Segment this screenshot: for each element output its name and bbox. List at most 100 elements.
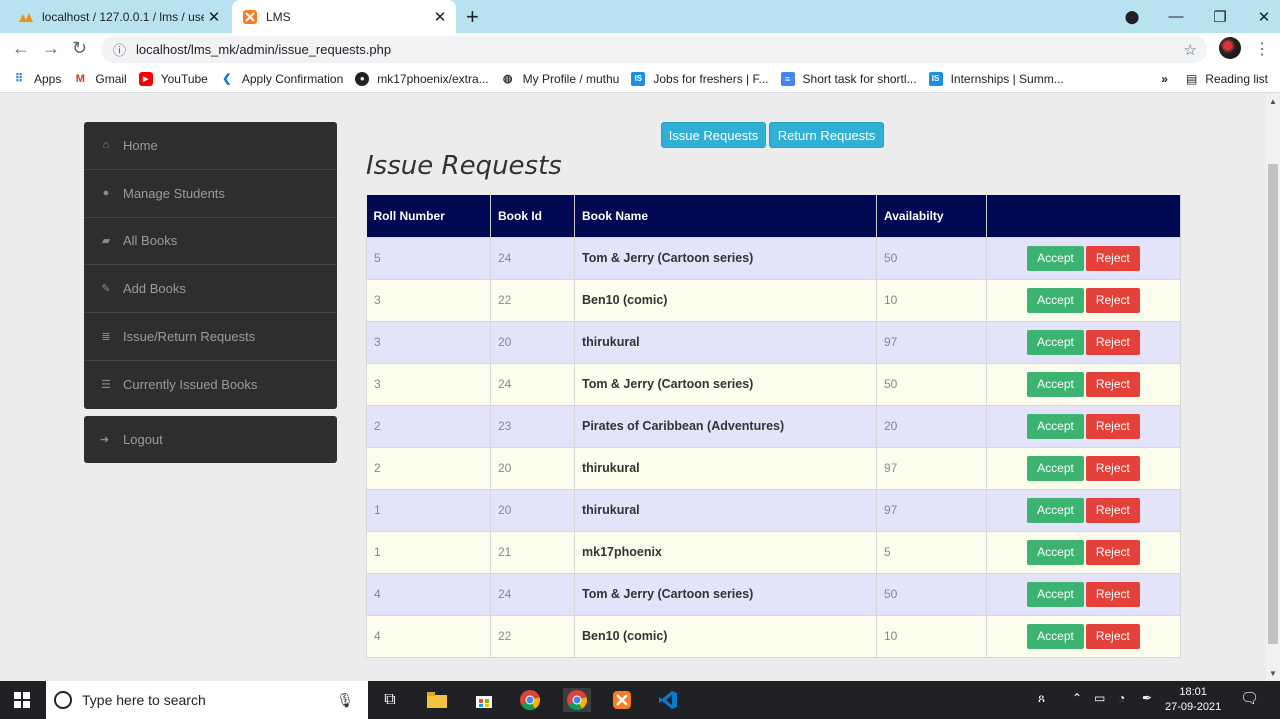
actions-cell: Accept Reject [986,320,1181,364]
scroll-down-icon[interactable]: ▼ [1269,669,1277,678]
sidebar-item-label: Manage Students [123,185,225,201]
pen-icon[interactable]: ✒ [1142,691,1152,705]
page-title: Issue Requests [366,151,562,181]
address-bar[interactable]: ⓘ localhost/lms_mk/admin/issue_requests.… [101,36,1207,63]
sidebar-item-home[interactable]: ⌂ Home [84,122,337,170]
bookmark-label: My Profile / muthu [522,71,620,86]
actions-cell: Accept Reject [986,278,1181,322]
bookmark-youtube[interactable]: ▶ YouTube [138,71,208,86]
issue-requests-table: Roll Number Book Id Book Name Availabilt… [366,195,1181,658]
bookmark-internships[interactable]: IS Internships | Summ... [928,71,1064,86]
table-row: 3 20 thirukural 97 Accept Reject [366,320,1181,364]
wifi-icon[interactable]: ◔ [1118,691,1125,705]
close-tab-icon[interactable]: ✕ [430,8,450,26]
notifications-icon[interactable]: 🗨 [1240,689,1259,707]
taskbar-clock[interactable]: 18:01 27-09-2021 [1165,685,1221,715]
reject-button[interactable]: Reject [1085,623,1140,649]
bookmark-gmail[interactable]: M Gmail [73,72,127,86]
bookmark-github[interactable]: ● mk17phoenix/extra... [355,71,489,86]
table-row: 3 24 Tom & Jerry (Cartoon series) 50 Accept R… [366,362,1181,406]
book-id-cell: 21 [490,530,575,574]
task-view-icon[interactable]: ⧉ [378,688,402,712]
reading-list-icon[interactable]: ▤ [1186,72,1197,86]
table-row: 2 20 thirukural 97 Accept Reject [366,446,1181,490]
issue-requests-button[interactable]: Issue Requests [661,122,766,148]
bookmarks-bar: ⠿ Apps M Gmail ▶ YouTube ❮ Apply Confirm… [0,65,1280,93]
reject-button[interactable]: Reject [1085,539,1140,565]
accept-button[interactable]: Accept [1027,497,1084,523]
reject-button[interactable]: Reject [1085,287,1140,313]
book-name-cell: Tom & Jerry (Cartoon series) [574,572,877,616]
logout-button[interactable]: ➜ Logout [84,416,337,463]
windows-start-icon[interactable] [10,688,34,712]
file-explorer-icon[interactable] [425,688,449,712]
bookmark-apps[interactable]: ⠿ Apps [12,72,61,86]
sidebar-item-issue-return[interactable]: ≣ Issue/Return Requests [84,313,337,361]
reject-button[interactable]: Reject [1085,455,1140,481]
clock-date: 27-09-2021 [1165,701,1222,713]
reject-button[interactable]: Reject [1085,371,1140,397]
reject-button[interactable]: Reject [1085,245,1140,271]
reload-icon[interactable]: ↻ [72,38,87,59]
accept-button[interactable]: Accept [1027,581,1084,607]
store-icon[interactable] [472,688,496,712]
browser-tab-lms[interactable]: LMS ✕ [232,0,456,33]
minimize-button[interactable]: — [1154,8,1198,25]
bookmark-jobs[interactable]: IS Jobs for freshers | F... [631,71,769,86]
accept-button[interactable]: Accept [1027,371,1084,397]
profile-avatar[interactable] [1219,37,1241,59]
close-window-button[interactable]: ✕ [1242,8,1280,26]
reading-list-label[interactable]: Reading list [1205,72,1268,86]
accept-button[interactable]: Accept [1027,623,1084,649]
bookmarks-overflow-icon[interactable]: » [1161,72,1168,86]
sidebar-item-all-books[interactable]: ▰ All Books [84,218,337,266]
accept-button[interactable]: Accept [1027,455,1084,481]
book-id-cell: 22 [490,278,575,322]
people-icon[interactable]: ጸ [1038,691,1045,706]
return-requests-button[interactable]: Return Requests [769,122,884,148]
bookmark-apply-confirmation[interactable]: ❮ Apply Confirmation [220,72,343,86]
sidebar-item-manage-students[interactable]: ● Manage Students [84,170,337,218]
profile-menu-icon[interactable]: ⬤ [1110,9,1154,25]
taskbar-search[interactable]: Type here to search 🎙 [46,681,368,719]
xampp-taskbar-icon[interactable] [610,688,634,712]
close-tab-icon[interactable]: ✕ [204,8,224,26]
chrome-icon[interactable] [518,688,542,712]
browser-tab-phpmyadmin[interactable]: localhost / 127.0.0.1 / lms / user ✕ [8,0,230,33]
accept-button[interactable]: Accept [1027,413,1084,439]
scrollbar-thumb[interactable] [1268,164,1278,644]
chrome-active-icon[interactable] [563,688,591,712]
book-id-cell: 24 [490,236,575,280]
new-tab-button[interactable]: + [466,4,479,30]
page-content: ⌂ Home ● Manage Students ▰ All Books ✎ A… [0,94,1266,681]
accept-button[interactable]: Accept [1027,539,1084,565]
reject-button[interactable]: Reject [1085,413,1140,439]
page-scrollbar[interactable]: ▲ ▼ [1266,94,1280,681]
vscode-icon[interactable] [656,688,680,712]
sidebar-item-label: Currently Issued Books [123,377,258,393]
back-arrow-icon[interactable]: ← [12,38,30,59]
forward-arrow-icon[interactable]: → [42,38,60,59]
sidebar-item-currently-issued[interactable]: ☰ Currently Issued Books [84,361,337,409]
battery-icon[interactable]: ▭ [1094,691,1105,705]
show-hidden-icons[interactable]: ⌃ [1072,691,1082,705]
book-id-cell: 20 [490,446,575,490]
scroll-up-icon[interactable]: ▲ [1269,97,1277,106]
roll-number-cell: 3 [366,278,491,322]
bookmark-short-task[interactable]: ≡ Short task for shortl... [780,71,917,86]
restore-button[interactable]: ❐ [1198,8,1242,26]
accept-button[interactable]: Accept [1027,245,1084,271]
reject-button[interactable]: Reject [1085,581,1140,607]
reject-button[interactable]: Reject [1085,329,1140,355]
reject-button[interactable]: Reject [1085,497,1140,523]
accept-button[interactable]: Accept [1027,329,1084,355]
book-id-cell: 24 [490,572,575,616]
bookmark-star-icon[interactable]: ☆ [1184,41,1197,59]
menu-kebab-icon[interactable]: ⋮ [1254,39,1270,59]
microphone-icon[interactable]: 🎙 [336,692,354,709]
sidebar-item-add-books[interactable]: ✎ Add Books [84,265,337,314]
accept-button[interactable]: Accept [1027,287,1084,313]
bookmark-my-profile[interactable]: ◍ My Profile / muthu [501,72,620,86]
info-icon[interactable]: ⓘ [113,40,126,59]
book-id-cell: 23 [490,404,575,448]
